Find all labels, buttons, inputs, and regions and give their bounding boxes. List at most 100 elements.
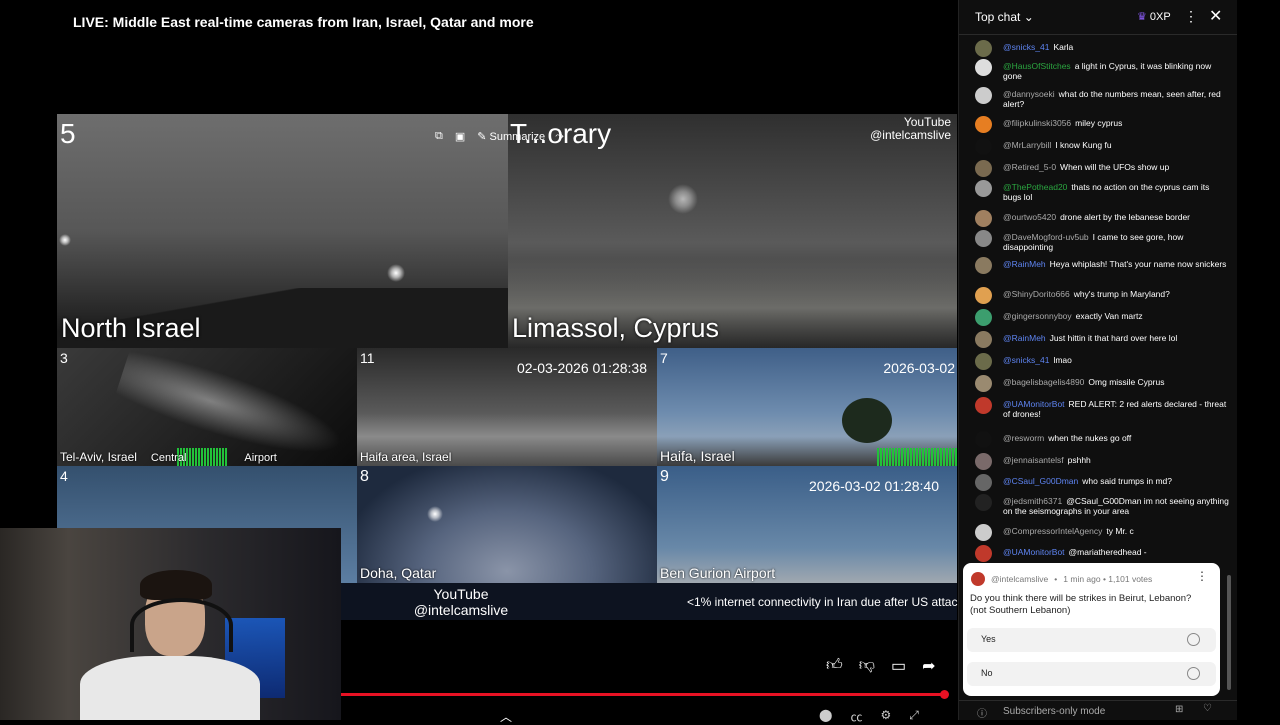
video-overlay-controls: ⧉ ▣ ✎ Summarize ⤳ bbox=[435, 130, 564, 143]
tile-number: 3 bbox=[60, 350, 68, 366]
avatar[interactable] bbox=[975, 545, 992, 562]
chevron-up-icon[interactable]: ︿ bbox=[500, 708, 512, 725]
chat-author[interactable]: @ShinyDorito666 bbox=[1003, 289, 1070, 299]
camera-tile-haifa: 7 2026-03-02 Haifa, Israel bbox=[657, 348, 957, 466]
chat-author[interactable]: @snicks_41 bbox=[1003, 42, 1049, 52]
miniplayer-icon[interactable]: ⧉ bbox=[435, 130, 443, 143]
avatar[interactable] bbox=[975, 494, 992, 511]
chat-author[interactable]: @snicks_41 bbox=[1003, 355, 1049, 365]
chat-text: exactly Van martz bbox=[1075, 311, 1143, 321]
dislike-icon[interactable]: 👎︎ bbox=[859, 656, 875, 676]
chat-author[interactable]: @Retired_5-0 bbox=[1003, 162, 1056, 172]
poll-option-no[interactable]: No bbox=[967, 662, 1216, 686]
chat-text: who said trumps in md? bbox=[1082, 476, 1173, 486]
chat-author[interactable]: @CompressorIntelAgency bbox=[1003, 526, 1102, 536]
chat-input-area[interactable]: ⓘ Subscribers-only mode ⊞ ♡ bbox=[959, 700, 1237, 721]
chat-author[interactable]: @bagelisbagelis4890 bbox=[1003, 377, 1084, 387]
autoplay-toggle[interactable]: ⬤ bbox=[819, 708, 832, 725]
light-orb bbox=[427, 506, 443, 522]
close-icon[interactable]: ✕ bbox=[1209, 6, 1222, 26]
share-icon[interactable]: ⤳ bbox=[555, 130, 564, 143]
chat-author[interactable]: @MrLarrybill bbox=[1003, 140, 1051, 150]
avatar[interactable] bbox=[975, 353, 992, 370]
chat-author[interactable]: @jedsmith6371 bbox=[1003, 496, 1062, 506]
avatar[interactable] bbox=[975, 431, 992, 448]
camera-tile-haifa-area: 11 02-03-2026 01:28:38 Haifa area, Israe… bbox=[357, 348, 657, 466]
like-icon[interactable]: 👍︎ bbox=[826, 656, 843, 676]
avatar[interactable] bbox=[975, 309, 992, 326]
avatar[interactable] bbox=[975, 474, 992, 491]
chat-message: @dannysoeki what do the numbers mean, see… bbox=[959, 87, 1229, 109]
avatar[interactable] bbox=[975, 210, 992, 227]
scrubber-handle[interactable] bbox=[940, 690, 949, 699]
poll-menu-icon[interactable]: ⋮ bbox=[1196, 569, 1208, 583]
avatar[interactable] bbox=[975, 453, 992, 470]
watermark: YouTube @intelcamslive bbox=[870, 115, 951, 142]
tile-number: 8 bbox=[360, 468, 369, 485]
chat-author[interactable]: @resworm bbox=[1003, 433, 1044, 443]
chat-message: @snicks_41 lmao bbox=[959, 353, 1229, 370]
chat-message: @RainMeh Just hittin it that hard over he… bbox=[959, 331, 1229, 348]
chat-author[interactable]: @DaveMogford-uv5ub bbox=[1003, 232, 1089, 242]
camera-tile-tel-aviv: 3 Tel-Aviv, Israel Central Airport bbox=[57, 348, 357, 466]
chat-author[interactable]: @ourtwo5420 bbox=[1003, 212, 1056, 222]
chat-message: @filipkulinski3056 miley cyprus bbox=[959, 116, 1229, 133]
chat-author[interactable]: @HausOfStitches bbox=[1003, 61, 1071, 71]
tile-number: 7 bbox=[660, 350, 668, 366]
fullscreen-icon[interactable]: ⤢ bbox=[909, 708, 919, 725]
chat-message: @snicks_41 Karla bbox=[959, 40, 1229, 57]
avatar[interactable] bbox=[975, 375, 992, 392]
avatar[interactable] bbox=[975, 59, 992, 76]
avatar[interactable] bbox=[975, 138, 992, 155]
avatar[interactable] bbox=[975, 40, 992, 57]
player-bottom-controls: ⬤ ㏄ ⚙ ⤢ bbox=[819, 708, 919, 725]
tree-silhouette bbox=[842, 398, 892, 443]
chat-author[interactable]: @jennaisantelsf bbox=[1003, 455, 1064, 465]
comment-icon[interactable]: ▭ bbox=[891, 656, 906, 676]
share-icon[interactable]: ➦ bbox=[922, 656, 935, 676]
avatar[interactable] bbox=[975, 160, 992, 177]
chat-message: @ThePothead20 thats no action on the cypr… bbox=[959, 180, 1229, 202]
chat-author[interactable]: @gingersonnyboy bbox=[1003, 311, 1072, 321]
avatar[interactable] bbox=[975, 287, 992, 304]
chat-text: @mariatheredhead - bbox=[1068, 547, 1147, 557]
poll-option-yes[interactable]: Yes bbox=[967, 628, 1216, 652]
chat-author[interactable]: @dannysoeki bbox=[1003, 89, 1055, 99]
chat-message: @CSaul_G00Dman who said trumps in md? bbox=[959, 474, 1229, 491]
chat-author[interactable]: @UAMonitorBot bbox=[1003, 399, 1065, 409]
chat-scrollbar[interactable] bbox=[1227, 575, 1231, 690]
chat-header: Top chat ⌄ ♛ 0XP ⋮ ✕ bbox=[959, 0, 1237, 35]
avatar[interactable] bbox=[975, 257, 992, 274]
xp-badge[interactable]: ♛ 0XP bbox=[1137, 10, 1171, 24]
chat-author[interactable]: @ThePothead20 bbox=[1003, 182, 1067, 192]
tile-timestamp: 2026-03-02 bbox=[883, 360, 955, 376]
avatar[interactable] bbox=[975, 331, 992, 348]
settings-icon[interactable]: ⚙ bbox=[880, 708, 891, 725]
top-chat-dropdown[interactable]: Top chat ⌄ bbox=[975, 10, 1034, 24]
summarize-button[interactable]: ✎ Summarize bbox=[477, 130, 545, 143]
chat-author[interactable]: @UAMonitorBot bbox=[1003, 547, 1065, 557]
avatar[interactable] bbox=[975, 230, 992, 247]
avatar[interactable] bbox=[975, 116, 992, 133]
chat-message: @DaveMogford-uv5ub I came to see gore, ho… bbox=[959, 230, 1229, 252]
chat-author[interactable]: @RainMeh bbox=[1003, 259, 1046, 269]
progress-bar[interactable] bbox=[341, 693, 944, 696]
camera-tile-ben-gurion: 9 2026-03-02 01:28:40 Ben Gurion Airport bbox=[657, 466, 957, 583]
avatar[interactable] bbox=[975, 180, 992, 197]
chat-message: @resworm when the nukes go off bbox=[959, 431, 1229, 448]
chat-text: drone alert by the lebanese border bbox=[1060, 212, 1191, 222]
captions-icon[interactable]: ㏄ bbox=[850, 708, 862, 725]
more-options-icon[interactable]: ⋮ bbox=[1184, 8, 1198, 25]
chat-author[interactable]: @RainMeh bbox=[1003, 333, 1046, 343]
avatar[interactable] bbox=[975, 524, 992, 541]
tile-number: 5 bbox=[60, 118, 76, 149]
avatar[interactable] bbox=[975, 397, 992, 414]
tile-caption: North Israel bbox=[61, 313, 201, 343]
chat-author[interactable]: @CSaul_G00Dman bbox=[1003, 476, 1078, 486]
queue-icon[interactable]: ▣ bbox=[455, 130, 465, 143]
person-shirt bbox=[80, 656, 260, 720]
chat-author[interactable]: @filipkulinski3056 bbox=[1003, 118, 1071, 128]
avatar[interactable] bbox=[975, 87, 992, 104]
player-actions: 👍︎ 👎︎ ▭ ➦ bbox=[826, 656, 936, 676]
chat-text: When will the UFOs show up bbox=[1060, 162, 1170, 172]
